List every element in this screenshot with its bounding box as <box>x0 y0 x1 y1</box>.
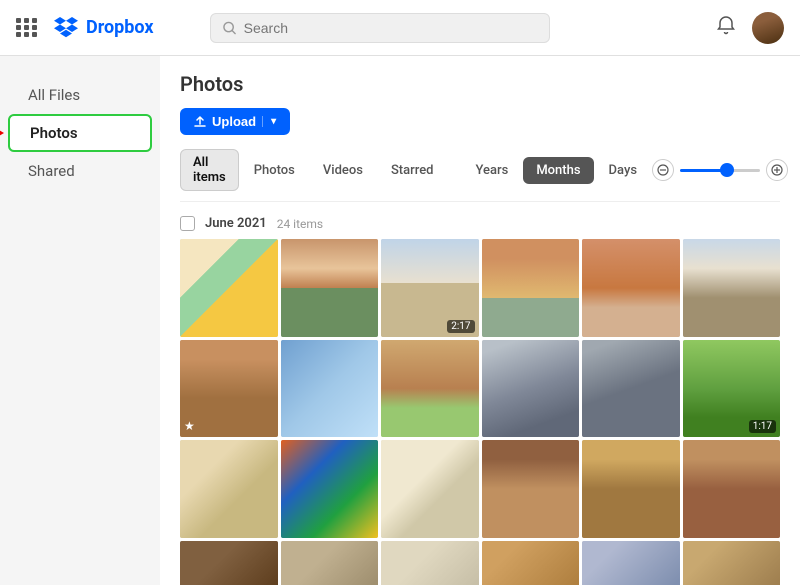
month-select-checkbox[interactable] <box>180 216 195 231</box>
photo-item[interactable]: ★ <box>180 340 278 438</box>
zoom-out-button[interactable] <box>652 159 674 181</box>
sidebar: All Files Photos Shared <box>0 56 160 585</box>
photo-item[interactable] <box>482 440 580 538</box>
sidebar-item-shared[interactable]: Shared <box>8 154 152 188</box>
zoom-slider[interactable] <box>680 169 760 172</box>
photo-item[interactable] <box>281 239 379 337</box>
sidebar-item-all-files[interactable]: All Files <box>8 78 152 112</box>
video-duration: 2:17 <box>447 320 474 333</box>
star-icon: ★ <box>184 419 195 433</box>
search-input[interactable] <box>244 20 537 36</box>
layout: All Files Photos Shared Photos Upload ▾ <box>0 56 800 585</box>
month-count: 24 items <box>277 217 323 231</box>
month-title: June 2021 <box>205 216 267 231</box>
zoom-controls <box>652 159 788 181</box>
tab-years[interactable]: Years <box>463 157 522 184</box>
filter-bar: All items Photos Videos Starred Years Mo… <box>180 149 780 202</box>
photo-item[interactable] <box>180 440 278 538</box>
app-logo: Dropbox <box>54 17 154 39</box>
photo-item[interactable] <box>180 541 278 585</box>
photo-item[interactable] <box>582 340 680 438</box>
tab-months[interactable]: Months <box>523 157 593 184</box>
highlight-arrow <box>0 127 4 139</box>
main-content: Photos Upload ▾ All items Photos Videos … <box>160 56 800 585</box>
avatar-image <box>752 12 784 44</box>
photo-item[interactable] <box>281 440 379 538</box>
search-icon <box>223 21 236 35</box>
tab-photos[interactable]: Photos <box>241 157 308 184</box>
upload-button[interactable]: Upload ▾ <box>180 108 290 135</box>
photo-item[interactable] <box>281 541 379 585</box>
photo-item[interactable] <box>582 440 680 538</box>
tab-days[interactable]: Days <box>596 157 650 184</box>
month-header: June 2021 24 items <box>180 216 780 231</box>
photo-item[interactable] <box>582 239 680 337</box>
grid-menu-icon[interactable] <box>16 18 38 37</box>
photo-item[interactable] <box>482 239 580 337</box>
sidebar-item-photos[interactable]: Photos <box>8 114 152 152</box>
tab-videos[interactable]: Videos <box>310 157 376 184</box>
upload-caret: ▾ <box>262 116 276 127</box>
app-name: Dropbox <box>86 17 154 38</box>
photo-item[interactable] <box>381 340 479 438</box>
photo-item[interactable] <box>482 541 580 585</box>
photo-grid: 2:17 ★ <box>180 239 780 585</box>
avatar[interactable] <box>752 12 784 44</box>
tab-all-items[interactable]: All items <box>180 149 239 191</box>
photo-item[interactable]: 2:17 <box>381 239 479 337</box>
photo-item[interactable] <box>281 340 379 438</box>
search-bar[interactable] <box>210 13 550 43</box>
upload-icon <box>194 116 206 128</box>
photo-item[interactable] <box>381 541 479 585</box>
header: Dropbox <box>0 0 800 56</box>
tab-starred[interactable]: Starred <box>378 157 447 184</box>
page-title: Photos <box>180 72 780 96</box>
photo-item[interactable]: 1:17 <box>683 340 781 438</box>
photo-item[interactable] <box>683 440 781 538</box>
header-actions <box>716 12 784 44</box>
video-duration: 1:17 <box>749 420 776 433</box>
photo-item[interactable] <box>683 541 781 585</box>
photo-item[interactable] <box>582 541 680 585</box>
notifications-icon[interactable] <box>716 15 736 40</box>
photo-item[interactable] <box>381 440 479 538</box>
photo-item[interactable] <box>683 239 781 337</box>
photo-item[interactable] <box>482 340 580 438</box>
zoom-in-button[interactable] <box>766 159 788 181</box>
dropbox-logo-icon <box>54 17 78 39</box>
photo-item[interactable] <box>180 239 278 337</box>
